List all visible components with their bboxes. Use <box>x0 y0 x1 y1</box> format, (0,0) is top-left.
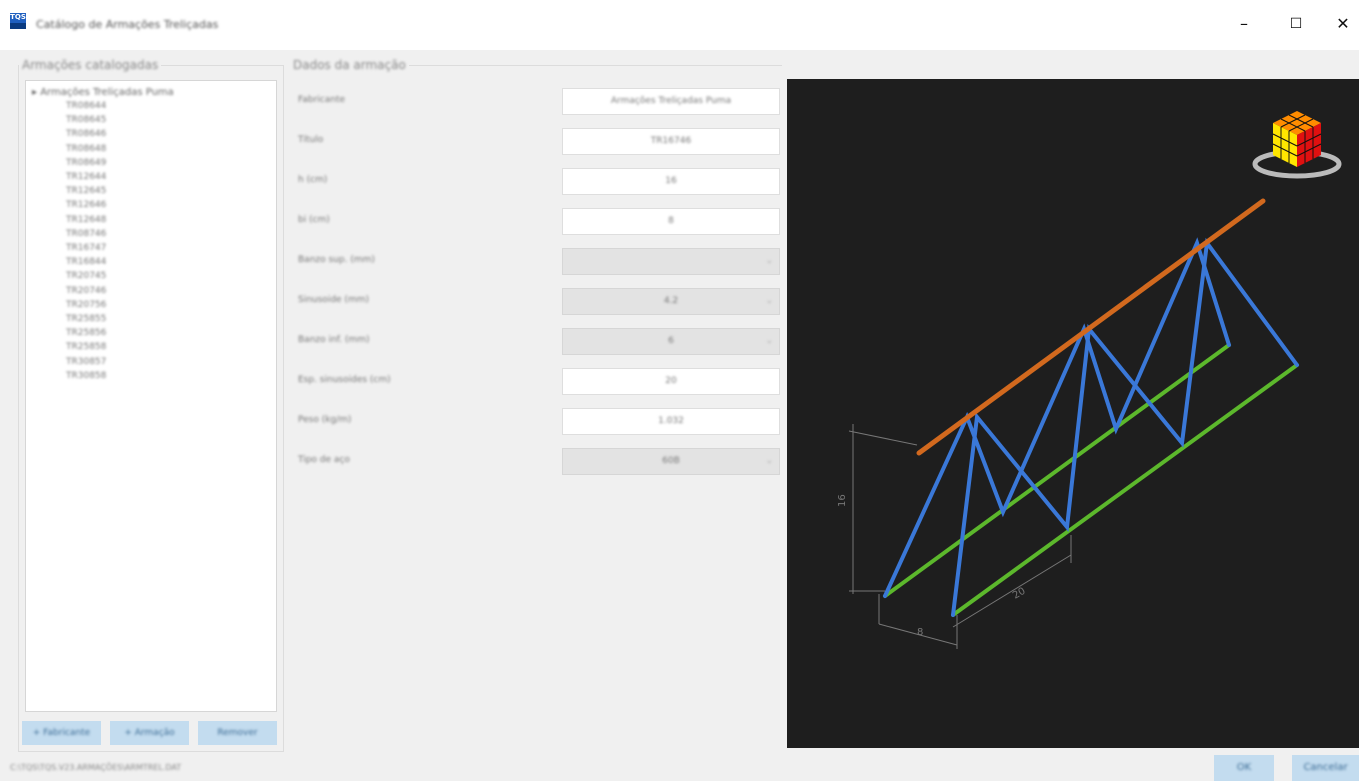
field-label: Fabricante <box>298 95 346 105</box>
data-legend: Dados da armação <box>293 58 406 72</box>
tree-item[interactable]: TR12648 <box>66 215 106 225</box>
field-select[interactable]: ⌄ <box>562 248 780 275</box>
window-title: Catálogo de Armações Treliçadas <box>36 18 219 31</box>
tree-item[interactable]: TR20756 <box>66 300 106 310</box>
field-label: Título <box>298 135 324 145</box>
field-value: 60B <box>662 456 680 466</box>
status-path: C:\TQS\TQS.V23.ARMAÇÕES\ARMTREL.DAT <box>10 763 182 772</box>
field-label: Peso (kg/m) <box>298 415 352 425</box>
tree-item[interactable]: TR25855 <box>66 314 106 324</box>
diagonals <box>883 237 1299 617</box>
tree-item[interactable]: TR25856 <box>66 328 106 338</box>
field-value: TR16746 <box>650 136 692 146</box>
remove-button[interactable]: Remover <box>198 721 277 745</box>
tree-item[interactable]: TR08646 <box>66 129 106 139</box>
tree-item[interactable]: TR30857 <box>66 357 106 367</box>
tree-item[interactable]: TR16747 <box>66 243 106 253</box>
field-value: 16 <box>665 176 677 186</box>
minimize-button[interactable]: – <box>1221 10 1267 38</box>
chevron-down-icon[interactable]: ⌄ <box>765 249 773 274</box>
field-label: Banzo inf. (mm) <box>298 335 370 345</box>
title-bar: TQS Catálogo de Armações Treliçadas – ☐ … <box>0 0 1359 50</box>
bottom-chord-right <box>951 363 1299 617</box>
field-select[interactable]: 6 ⌄ <box>562 328 780 355</box>
ok-button[interactable]: OK <box>1214 755 1274 781</box>
tree-item[interactable]: TR08645 <box>66 115 106 125</box>
tree-item[interactable]: TR08649 <box>66 158 106 168</box>
add-catalog-button[interactable]: + Fabricante <box>22 721 101 745</box>
field-value: 6 <box>668 336 674 346</box>
field-input[interactable]: TR16746 <box>562 128 780 155</box>
tree-item[interactable]: TR08648 <box>66 144 106 154</box>
catalog-tree[interactable]: ▸ Armações Treliçadas Puma TR08644 TR0864… <box>25 80 277 712</box>
add-rebar-button[interactable]: + Armação <box>110 721 189 745</box>
field-input[interactable]: Armações Treliçadas Puma <box>562 88 780 115</box>
tree-root[interactable]: ▸ Armações Treliçadas Puma <box>32 87 174 98</box>
field-value: 8 <box>668 216 674 226</box>
truss-drawing: 16 8 20 <box>837 111 1342 649</box>
tree-item[interactable]: TR12645 <box>66 186 106 196</box>
field-value: 4.2 <box>663 296 679 306</box>
field-label: Tipo de aço <box>298 455 350 465</box>
dimension-spacing: 20 <box>1011 586 1028 602</box>
tree-item[interactable]: TR16844 <box>66 257 106 267</box>
view-cube-icon[interactable] <box>1252 111 1342 179</box>
dimension-height: 16 <box>837 494 848 507</box>
field-input[interactable]: 16 <box>562 168 780 195</box>
field-label: h (cm) <box>298 175 328 185</box>
tree-item[interactable]: TR25858 <box>66 342 106 352</box>
field-label: Banzo sup. (mm) <box>298 255 375 265</box>
dimension-width: 8 <box>917 627 923 638</box>
field-label: bi (cm) <box>298 215 330 225</box>
cancel-button[interactable]: Cancelar <box>1292 755 1359 781</box>
close-button[interactable]: ✕ <box>1320 10 1359 38</box>
tree-item[interactable]: TR30858 <box>66 371 106 381</box>
maximize-button[interactable]: ☐ <box>1273 10 1319 38</box>
tree-item[interactable]: TR08746 <box>66 229 106 239</box>
field-select[interactable]: 4.2 ⌄ <box>562 288 780 315</box>
tree-item[interactable]: TR20746 <box>66 286 106 296</box>
field-input[interactable]: 1.032 <box>562 408 780 435</box>
bottom-chord-left <box>883 343 1231 598</box>
chevron-down-icon[interactable]: ⌄ <box>765 329 773 354</box>
field-label: Sinusoide (mm) <box>298 295 369 305</box>
app-icon: TQS <box>10 13 26 29</box>
rebar-3d-viewport[interactable]: 16 8 20 <box>787 79 1359 748</box>
field-input[interactable]: 20 <box>562 368 780 395</box>
chevron-down-icon[interactable]: ⌄ <box>765 289 773 314</box>
field-label: Esp. sinusoides (cm) <box>298 375 391 385</box>
tree-item[interactable]: TR08644 <box>66 101 106 111</box>
field-select[interactable]: 60B ⌄ <box>562 448 780 475</box>
dimension-lines <box>848 424 1072 649</box>
field-value: Armações Treliçadas Puma <box>610 96 732 106</box>
chevron-down-icon[interactable]: ⌄ <box>765 449 773 474</box>
field-value: 20 <box>665 376 677 386</box>
top-chord <box>916 198 1266 456</box>
tree-item[interactable]: TR12646 <box>66 200 106 210</box>
data-group: Dados da armação <box>290 58 782 751</box>
tree-item[interactable]: TR20745 <box>66 271 106 281</box>
catalog-legend: Armações catalogadas <box>22 58 159 72</box>
field-value: 1.032 <box>658 416 684 426</box>
tree-item[interactable]: TR12644 <box>66 172 106 182</box>
field-input[interactable]: 8 <box>562 208 780 235</box>
